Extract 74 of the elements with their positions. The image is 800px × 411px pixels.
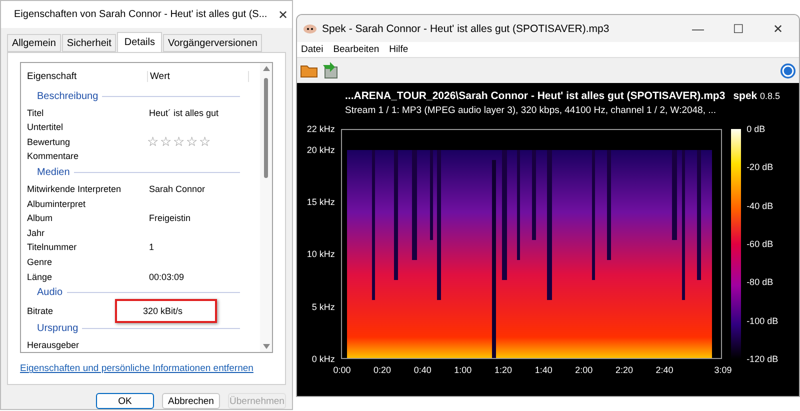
group-heading: Beschreibung bbox=[37, 90, 98, 102]
axis-label: 0 kHz bbox=[312, 354, 335, 364]
folder-icon[interactable] bbox=[300, 63, 318, 78]
axis-label: 1:00 bbox=[454, 365, 472, 375]
axis-label: 2:40 bbox=[656, 365, 674, 375]
axis-label: 3:09 bbox=[714, 365, 732, 375]
tab[interactable]: Allgemein bbox=[7, 34, 61, 52]
property-value: 00:03:09 bbox=[148, 272, 184, 282]
property-name: Kommentare bbox=[26, 151, 80, 162]
axis-label: 5 kHz bbox=[312, 302, 335, 312]
column-header[interactable]: Eigenschaft bbox=[25, 70, 148, 82]
axis-label: 0:20 bbox=[374, 365, 392, 375]
dialog-button[interactable]: OK bbox=[96, 393, 154, 409]
file-path: ...ARENA_TOUR_2026\Sarah Connor - Heut' ist alles gut (SPOTISAVER).mp3 bbox=[345, 90, 726, 102]
axis-label: 0:40 bbox=[414, 365, 432, 375]
axis-label: 1:20 bbox=[494, 365, 512, 375]
axis-label: 15 kHz bbox=[306, 197, 335, 208]
window-title: Spek - Sarah Connor - Heut' ist alles gut (SPOTISAVER).mp3 bbox=[322, 22, 610, 34]
rating-stars[interactable]: ☆☆☆☆☆ bbox=[147, 135, 211, 148]
window-title: Eigenschaften von Sarah Connor - Heut' ist alles gut (S... bbox=[14, 9, 268, 20]
tab[interactable]: Vorgängerversionen bbox=[162, 34, 262, 52]
axis-label: 0 dB bbox=[746, 124, 766, 134]
app-icon bbox=[303, 24, 317, 34]
group-heading: Audio bbox=[37, 287, 63, 298]
dialog-button[interactable]: Abbrechen bbox=[162, 393, 220, 409]
property-name: Genre bbox=[26, 256, 54, 267]
axis-label: 1:40 bbox=[534, 365, 552, 375]
property-name: Mitwirkende Interpreten bbox=[26, 184, 122, 194]
scrollbar[interactable] bbox=[260, 63, 272, 352]
property-name: Länge bbox=[26, 272, 54, 282]
property-name: Albuminterpret bbox=[26, 198, 87, 209]
axis-label: 22 kHz bbox=[306, 124, 335, 134]
menu-item[interactable]: Datei bbox=[301, 44, 324, 55]
property-name: Jahr bbox=[26, 228, 46, 238]
axis-label: -100 dB bbox=[746, 316, 778, 326]
property-value: Heut´ ist alles gut bbox=[148, 108, 219, 118]
property-name: Album bbox=[26, 213, 54, 224]
axis-label: -120 dB bbox=[746, 354, 778, 364]
axis-label: 0:00 bbox=[333, 365, 351, 375]
window-control[interactable]: ✕ bbox=[761, 22, 795, 36]
property-value: Sarah Connor bbox=[148, 184, 206, 194]
save-icon[interactable] bbox=[322, 62, 338, 79]
axis-label: 20 kHz bbox=[306, 144, 335, 155]
axis-label: -20 dB bbox=[746, 162, 774, 172]
close-button[interactable]: ✕ bbox=[272, 8, 294, 22]
property-name: Bewertung bbox=[26, 136, 72, 147]
app-version: spek 0.8.5 bbox=[733, 90, 780, 102]
tab[interactable]: Sicherheit bbox=[62, 34, 116, 52]
menu-item[interactable]: Bearbeiten bbox=[333, 44, 380, 55]
tab[interactable]: Details bbox=[117, 32, 162, 52]
scroll-up-icon[interactable] bbox=[262, 66, 270, 72]
window-control[interactable]: ☐ bbox=[721, 22, 756, 36]
window-control[interactable]: — bbox=[680, 22, 716, 36]
scroll-down-icon[interactable] bbox=[262, 344, 270, 350]
axis-label: 2:20 bbox=[615, 365, 633, 375]
help-icon[interactable] bbox=[780, 62, 796, 78]
group-heading: Ursprung bbox=[37, 323, 78, 334]
remove-properties-link[interactable]: Eigenschaften und persönliche Informationen entfernen bbox=[20, 363, 273, 374]
property-name: Titelnummer bbox=[26, 242, 78, 252]
property-name: Untertitel bbox=[26, 122, 64, 132]
property-name: Titel bbox=[26, 108, 45, 118]
property-name: Herausgeber bbox=[26, 340, 80, 350]
stream-info: Stream 1 / 1: MP3 (MPEG audio layer 3), 320 kbps, 44100 Hz, channel 1 / 2, W:2048, ... bbox=[344, 105, 718, 118]
column-header[interactable]: Wert bbox=[148, 70, 249, 82]
axis-label: -40 dB bbox=[746, 200, 774, 211]
group-heading: Medien bbox=[37, 167, 70, 178]
property-value: Freigeistin bbox=[148, 213, 191, 224]
axis-label: 2:00 bbox=[575, 365, 593, 375]
axis-label: 10 kHz bbox=[306, 249, 335, 260]
axis-label: -80 dB bbox=[746, 277, 774, 288]
menu-item[interactable]: Hilfe bbox=[389, 44, 408, 55]
axis-label: -60 dB bbox=[746, 239, 774, 249]
highlighted-value: 320 kBit/s bbox=[115, 298, 217, 323]
property-value: 1 bbox=[148, 242, 154, 252]
